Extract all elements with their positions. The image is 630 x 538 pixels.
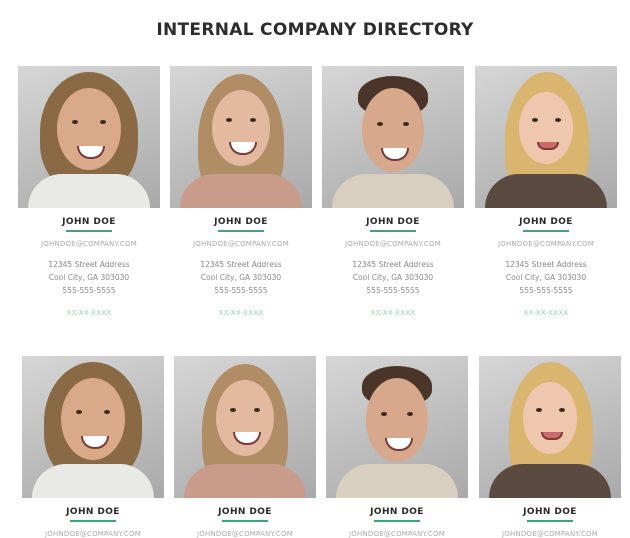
employee-photo [322,66,464,208]
employee-extension: XX-XX-XXXX [523,309,569,317]
name-underline [66,230,112,232]
name-underline [523,230,569,232]
address-line-2: Cool City, GA 303030 [200,273,282,282]
address-line-1: 12345 Street Address [200,260,282,269]
employee-email[interactable]: JOHNDOE@COMPANY.COM [322,240,464,248]
employee-name: JOHN DOE [218,507,272,517]
employee-name: JOHN DOE [523,507,577,517]
employee-name: JOHN DOE [66,507,120,517]
address-line-2: Cool City, GA 303030 [48,273,130,282]
employee-card[interactable]: JOHN DOE JOHNDOE@COMPANY.COM 12345 Stree… [475,66,617,317]
employee-phone: 555-555-5555 [214,286,268,295]
employee-card[interactable]: JOHN DOE JOHNDOE@COMPANY.COM [22,356,164,538]
employee-email[interactable]: JOHNDOE@COMPANY.COM [174,530,316,538]
employee-card[interactable]: JOHN DOE JOHNDOE@COMPANY.COM [326,356,468,538]
employee-phone: 555-555-5555 [62,286,116,295]
employee-name: JOHN DOE [366,217,420,227]
address-line-2: Cool City, GA 303030 [505,273,587,282]
employee-phone: 555-555-5555 [366,286,420,295]
employee-photo [475,66,617,208]
employee-address: 12345 Street Address Cool City, GA 30303… [475,258,617,297]
name-underline [370,230,416,232]
employee-card[interactable]: JOHN DOE JOHNDOE@COMPANY.COM 12345 Stree… [322,66,464,317]
name-underline [527,520,573,522]
address-line-1: 12345 Street Address [505,260,587,269]
employee-email[interactable]: JOHNDOE@COMPANY.COM [475,240,617,248]
address-line-2: Cool City, GA 303030 [352,273,434,282]
name-underline [218,230,264,232]
employee-email[interactable]: JOHNDOE@COMPANY.COM [326,530,468,538]
employee-name: JOHN DOE [370,507,424,517]
employee-card[interactable]: JOHN DOE JOHNDOE@COMPANY.COM 12345 Stree… [170,66,312,317]
employee-card[interactable]: JOHN DOE JOHNDOE@COMPANY.COM [479,356,621,538]
address-line-1: 12345 Street Address [48,260,130,269]
employee-email[interactable]: JOHNDOE@COMPANY.COM [479,530,621,538]
employee-address: 12345 Street Address Cool City, GA 30303… [322,258,464,297]
employee-photo [170,66,312,208]
employee-card[interactable]: JOHN DOE JOHNDOE@COMPANY.COM 12345 Stree… [18,66,160,317]
employee-name: JOHN DOE [62,217,116,227]
employee-photo [174,356,316,498]
employee-email[interactable]: JOHNDOE@COMPANY.COM [22,530,164,538]
employee-name: JOHN DOE [519,217,573,227]
employee-name: JOHN DOE [214,217,268,227]
employee-photo [479,356,621,498]
employee-email[interactable]: JOHNDOE@COMPANY.COM [18,240,160,248]
employee-photo [326,356,468,498]
name-underline [374,520,420,522]
employee-email[interactable]: JOHNDOE@COMPANY.COM [170,240,312,248]
employee-extension: XX-XX-XXXX [66,309,112,317]
page-title: INTERNAL COMPANY DIRECTORY [156,20,474,40]
employee-card[interactable]: JOHN DOE JOHNDOE@COMPANY.COM [174,356,316,538]
name-underline [70,520,116,522]
employee-photo [22,356,164,498]
name-underline [222,520,268,522]
address-line-1: 12345 Street Address [352,260,434,269]
employee-photo [18,66,160,208]
employee-extension: XX-XX-XXXX [218,309,264,317]
employee-extension: XX-XX-XXXX [370,309,416,317]
employee-address: 12345 Street Address Cool City, GA 30303… [170,258,312,297]
employee-address: 12345 Street Address Cool City, GA 30303… [18,258,160,297]
employee-phone: 555-555-5555 [519,286,573,295]
